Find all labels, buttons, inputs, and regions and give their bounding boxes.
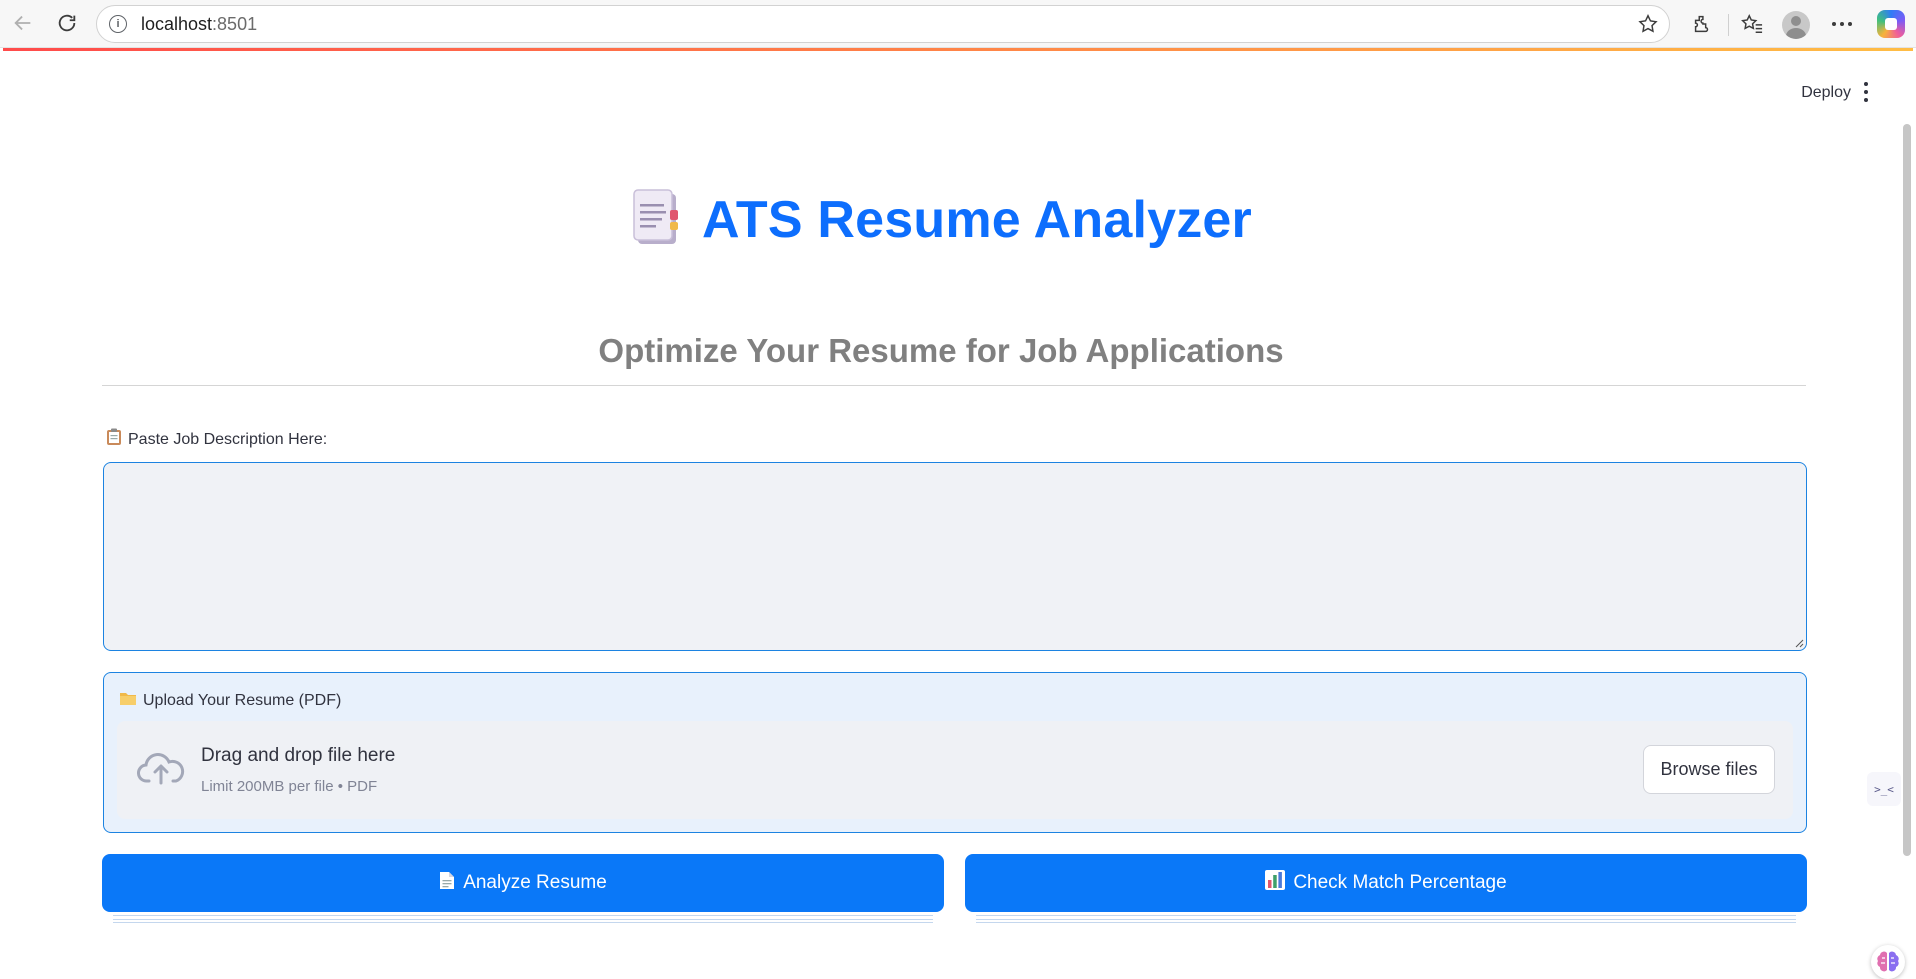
folder-icon bbox=[119, 691, 137, 711]
cloud-upload-icon bbox=[137, 751, 185, 790]
browse-files-button[interactable]: Browse files bbox=[1643, 745, 1775, 794]
analyze-resume-button[interactable]: Analyze Resume bbox=[102, 854, 944, 912]
extensions-icon[interactable] bbox=[1686, 8, 1718, 40]
job-description-textarea[interactable] bbox=[103, 462, 1807, 651]
analyze-resume-label: Analyze Resume bbox=[463, 872, 607, 893]
deploy-button[interactable]: Deploy bbox=[1801, 84, 1851, 102]
check-match-label: Check Match Percentage bbox=[1293, 872, 1507, 893]
job-description-label: Paste Job Description Here: bbox=[106, 428, 327, 451]
button-underline bbox=[976, 915, 1796, 923]
bar-chart-icon bbox=[1265, 870, 1286, 896]
main-menu-icon[interactable] bbox=[1863, 82, 1869, 102]
side-code-icon[interactable]: >_< bbox=[1867, 772, 1901, 806]
more-options-icon[interactable] bbox=[1826, 8, 1858, 40]
page-icon bbox=[439, 871, 455, 896]
page-subtitle: Optimize Your Resume for Job Application… bbox=[598, 332, 1284, 369]
resume-uploader: Upload Your Resume (PDF) Drag and drop f… bbox=[103, 672, 1807, 833]
profile-avatar[interactable] bbox=[1782, 11, 1810, 39]
brain-icon[interactable] bbox=[1871, 945, 1905, 979]
browser-toolbar: i localhost:8501 bbox=[0, 0, 1916, 48]
file-dropzone[interactable]: Drag and drop file here Limit 200MB per … bbox=[117, 721, 1793, 819]
scrollbar[interactable] bbox=[1903, 124, 1911, 856]
dropzone-instruction: Drag and drop file here bbox=[201, 745, 396, 766]
site-info-icon[interactable]: i bbox=[109, 15, 127, 33]
back-arrow-icon[interactable] bbox=[8, 8, 38, 38]
dropzone-limit: Limit 200MB per file • PDF bbox=[201, 778, 378, 795]
copilot-icon[interactable] bbox=[1877, 10, 1905, 38]
address-bar[interactable]: i localhost:8501 bbox=[96, 5, 1670, 43]
title-row: ATS Resume Analyzer bbox=[3, 188, 1879, 251]
section-divider bbox=[102, 385, 1806, 386]
uploader-label: Upload Your Resume (PDF) bbox=[119, 691, 341, 711]
uploader-label-text: Upload Your Resume (PDF) bbox=[143, 692, 342, 709]
job-description-label-text: Paste Job Description Here: bbox=[128, 430, 328, 448]
check-match-button[interactable]: Check Match Percentage bbox=[965, 854, 1807, 912]
button-underline bbox=[113, 915, 933, 923]
toolbar-divider bbox=[1728, 14, 1729, 36]
top-decoration-bar bbox=[3, 48, 1913, 51]
app-container: Deploy ATS Resume Analyzer Optimize Your… bbox=[3, 48, 1913, 979]
document-icon bbox=[630, 188, 682, 251]
favorite-star-icon[interactable] bbox=[1637, 13, 1659, 40]
favorites-icon[interactable] bbox=[1736, 8, 1768, 40]
clipboard-icon bbox=[106, 428, 122, 451]
page-title: ATS Resume Analyzer bbox=[702, 190, 1252, 249]
resize-handle-icon[interactable] bbox=[1794, 638, 1804, 648]
reload-icon[interactable] bbox=[52, 8, 82, 38]
url-text: localhost:8501 bbox=[141, 13, 258, 34]
